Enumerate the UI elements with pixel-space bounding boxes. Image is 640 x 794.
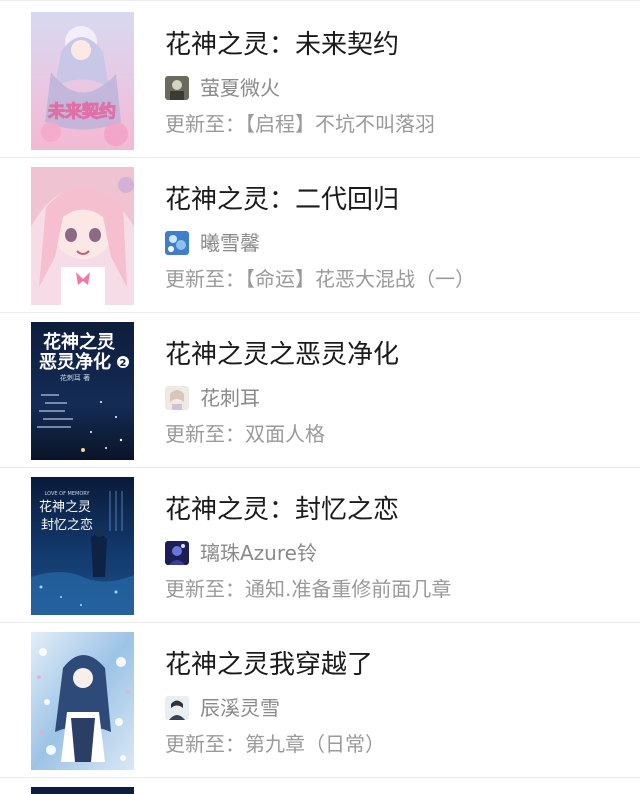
book-item-1[interactable]: 未来契约 花神之灵：未来契约 萤夏微火 更新至：【启程】不坑不叫落羽 bbox=[0, 3, 640, 158]
author-avatar-icon bbox=[165, 386, 189, 410]
latest-update[interactable]: 更新至：第九章（日常） bbox=[165, 731, 385, 757]
update-label: 更新至： bbox=[165, 422, 245, 446]
book-item-5[interactable]: 花神之灵我穿越了 辰溪灵雪 更新至：第九章（日常） bbox=[0, 623, 640, 778]
latest-update[interactable]: 更新至：通知.准备重修前面几章 bbox=[165, 576, 451, 602]
update-chapter: 第九章（日常） bbox=[245, 732, 385, 756]
book-item-2[interactable]: 花神之灵：二代回归 曦雪馨 更新至：【命运】花恶大混战（一） bbox=[0, 158, 640, 313]
book-item-4[interactable]: LOVE OF MEMORY 花神之灵 封忆之恋 花神之灵：封忆之恋 璃珠Azu… bbox=[0, 468, 640, 623]
author-avatar-icon bbox=[165, 76, 189, 100]
cover-volume-number: 2 bbox=[120, 358, 127, 369]
update-label: 更新至： bbox=[165, 267, 245, 291]
pink-girl-cover-icon bbox=[31, 167, 134, 305]
latest-update[interactable]: 更新至：双面人格 bbox=[165, 421, 325, 447]
cover-title-line1: 花神之灵 bbox=[43, 331, 116, 353]
book-cover-4[interactable]: LOVE OF MEMORY 花神之灵 封忆之恋 bbox=[31, 477, 134, 615]
cover-title-line1: 花神之灵 bbox=[39, 499, 91, 515]
update-chapter: 【命运】花恶大混战（一） bbox=[245, 267, 475, 291]
author-avatar-icon bbox=[165, 231, 189, 255]
book-cover-3[interactable]: 花神之灵 恶灵净化 2 花刺耳 著 bbox=[31, 322, 134, 460]
book-cover-2[interactable] bbox=[31, 167, 134, 305]
book-title[interactable]: 花神之灵：封忆之恋 bbox=[165, 494, 399, 526]
author-name[interactable]: 璃珠Azure铃 bbox=[200, 540, 317, 566]
author-name[interactable]: 辰溪灵雪 bbox=[200, 695, 280, 721]
cover-title-line2: 封忆之恋 bbox=[41, 517, 93, 533]
next-book-cover-partial[interactable] bbox=[31, 787, 134, 794]
book-title[interactable]: 花神之灵：二代回归 bbox=[165, 184, 399, 216]
night-sky-cover-icon: 花神之灵 恶灵净化 2 花刺耳 著 bbox=[31, 322, 134, 460]
update-label: 更新至： bbox=[165, 732, 245, 756]
cover-author: 花刺耳 著 bbox=[60, 373, 90, 382]
latest-update[interactable]: 更新至：【命运】花恶大混战（一） bbox=[165, 266, 475, 292]
author-avatar-icon bbox=[165, 541, 189, 565]
update-label: 更新至： bbox=[165, 112, 245, 136]
update-label: 更新至： bbox=[165, 577, 245, 601]
blue-flowers-cover-icon bbox=[31, 632, 134, 770]
update-chapter: 【启程】不坑不叫落羽 bbox=[245, 112, 435, 136]
book-cover-5[interactable] bbox=[31, 632, 134, 770]
blue-night-cover-icon: LOVE OF MEMORY 花神之灵 封忆之恋 bbox=[31, 477, 134, 615]
book-title[interactable]: 花神之灵：未来契约 bbox=[165, 29, 399, 61]
update-chapter: 通知.准备重修前面几章 bbox=[245, 577, 452, 601]
cover-title-line2: 恶灵净化 bbox=[39, 351, 111, 373]
author-name[interactable]: 花刺耳 bbox=[200, 385, 260, 411]
author-name[interactable]: 萤夏微火 bbox=[200, 75, 280, 101]
top-divider bbox=[0, 0, 640, 1]
author-avatar-icon bbox=[165, 696, 189, 720]
latest-update[interactable]: 更新至：【启程】不坑不叫落羽 bbox=[165, 111, 435, 137]
book-cover-1[interactable]: 未来契约 bbox=[31, 12, 134, 150]
book-item-3[interactable]: 花神之灵 恶灵净化 2 花刺耳 著 花神之灵之恶灵净化 花刺耳 更新至：双面人格 bbox=[0, 313, 640, 468]
cover-tagline: LOVE OF MEMORY bbox=[45, 491, 91, 497]
update-chapter: 双面人格 bbox=[245, 422, 325, 446]
author-name[interactable]: 曦雪馨 bbox=[200, 230, 260, 256]
cover-title-text: 未来契约 bbox=[47, 101, 116, 122]
book-list: 未来契约 花神之灵：未来契约 萤夏微火 更新至：【启程】不坑不叫落羽 花神之灵：… bbox=[0, 0, 640, 794]
book-title[interactable]: 花神之灵之恶灵净化 bbox=[165, 339, 399, 371]
book-title[interactable]: 花神之灵我穿越了 bbox=[165, 649, 373, 681]
pink-anime-cover-icon: 未来契约 bbox=[31, 12, 134, 150]
